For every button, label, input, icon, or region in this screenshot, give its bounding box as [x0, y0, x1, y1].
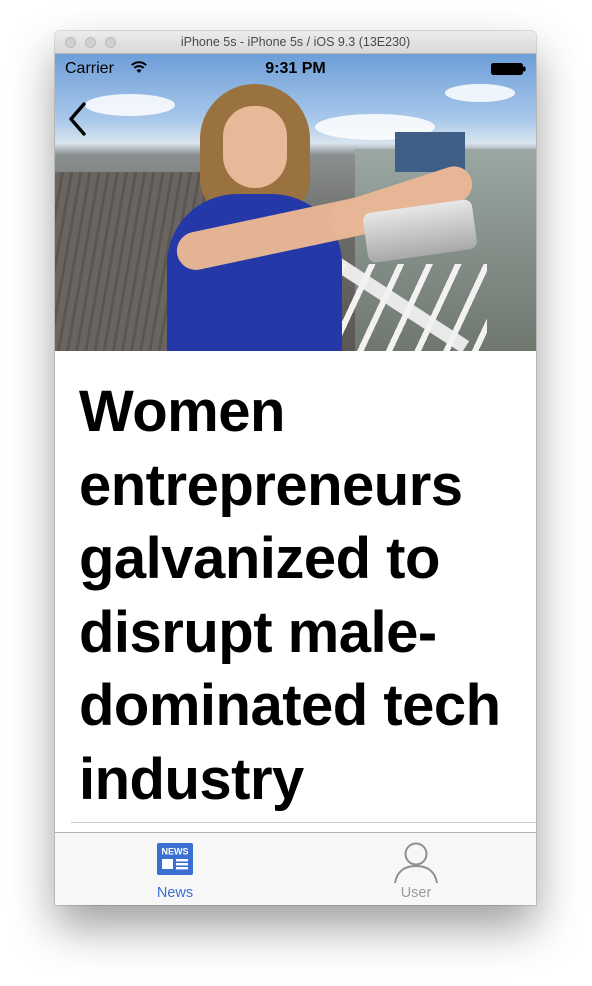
article-hero-image	[55, 54, 536, 351]
user-icon	[394, 842, 438, 884]
simulator-window: iPhone 5s - iPhone 5s / iOS 9.3 (13E230)…	[55, 31, 536, 905]
tab-news-label: News	[156, 885, 194, 901]
tab-user[interactable]: User	[296, 833, 536, 905]
content-divider	[71, 822, 536, 823]
window-title: iPhone 5s - iPhone 5s / iOS 9.3 (13E230)	[180, 35, 411, 49]
person-face	[223, 106, 287, 188]
back-chevron-icon[interactable]	[65, 99, 91, 139]
status-time: 9:31 PM	[265, 60, 326, 77]
window-titlebar: iPhone 5s - iPhone 5s / iOS 9.3 (13E230)	[55, 31, 536, 54]
battery-icon	[491, 63, 526, 75]
article-headline: Women entrepreneurs galvanized to disrup…	[79, 379, 501, 812]
phone-screen: Carrier 9:31 PM Women entrepreneurs galv…	[55, 54, 536, 905]
tab-user-label: User	[400, 885, 432, 901]
tab-bar: NEWS News User	[55, 832, 536, 905]
status-bar: Carrier 9:31 PM	[55, 54, 536, 84]
news-icon-text: NEWS	[162, 847, 189, 857]
tab-news[interactable]: NEWS News	[55, 833, 295, 905]
railing	[327, 264, 487, 351]
news-icon: NEWS	[157, 843, 193, 875]
